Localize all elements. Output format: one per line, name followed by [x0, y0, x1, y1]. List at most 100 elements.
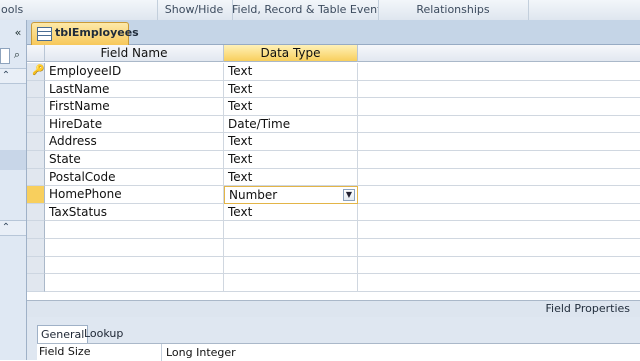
- collapse-pane-icon[interactable]: «: [8, 26, 28, 40]
- table-row[interactable]: 🔑 EmployeeID Text: [27, 63, 640, 81]
- row-selector[interactable]: [27, 168, 45, 187]
- table-row[interactable]: TaxStatus Text: [27, 203, 640, 222]
- data-type-cell[interactable]: Text: [224, 98, 358, 116]
- column-header-field-name[interactable]: Field Name: [45, 45, 224, 62]
- row-selector[interactable]: [27, 203, 45, 222]
- description-cell[interactable]: [358, 204, 640, 222]
- row-selector[interactable]: [27, 221, 45, 239]
- description-cell[interactable]: [358, 274, 640, 292]
- field-name-cell[interactable]: HomePhone: [45, 186, 224, 204]
- property-value[interactable]: Long Integer: [161, 344, 236, 361]
- field-name-cell[interactable]: TaxStatus: [45, 203, 224, 222]
- table-design-view: tblEmployees Field Name Data Type 🔑 Emplo…: [27, 20, 640, 361]
- table-row[interactable]: State Text: [27, 151, 640, 169]
- ribbon-group-show-hide: Show/Hide: [156, 0, 233, 20]
- table-row[interactable]: [27, 274, 640, 292]
- data-type-value: Text: [228, 152, 253, 166]
- nav-selected-item[interactable]: [0, 150, 26, 170]
- row-selector[interactable]: [27, 274, 45, 292]
- row-selector[interactable]: [27, 98, 45, 116]
- search-icon[interactable]: ⌕: [10, 48, 24, 62]
- ribbon-group-labels: ools Show/Hide Field, Record & Table Eve…: [0, 0, 640, 21]
- data-type-value: Text: [228, 169, 253, 184]
- description-cell[interactable]: [358, 239, 640, 257]
- field-name-cell[interactable]: PostalCode: [45, 168, 224, 187]
- description-cell[interactable]: [358, 133, 640, 151]
- tab-label: tblEmployees: [55, 26, 139, 39]
- property-row[interactable]: Field Size Long Integer: [37, 343, 640, 361]
- row-selector[interactable]: 🔑: [27, 63, 45, 81]
- row-selector[interactable]: [27, 239, 45, 257]
- field-name-cell[interactable]: [45, 274, 224, 292]
- data-type-cell[interactable]: Text: [224, 63, 358, 81]
- row-selector-header: [27, 45, 45, 62]
- table-row[interactable]: [27, 221, 640, 239]
- row-selector[interactable]: [27, 256, 45, 275]
- table-row[interactable]: LastName Text: [27, 80, 640, 99]
- column-header-data-type[interactable]: Data Type: [224, 45, 358, 62]
- field-name-cell[interactable]: [45, 239, 224, 257]
- data-type-value: Number: [229, 188, 278, 203]
- description-cell[interactable]: [358, 151, 640, 169]
- row-selector[interactable]: [27, 80, 45, 99]
- description-cell[interactable]: [358, 98, 640, 116]
- data-type-cell[interactable]: [224, 239, 358, 257]
- description-cell[interactable]: [358, 221, 640, 239]
- description-cell[interactable]: [358, 63, 640, 81]
- nav-group-header[interactable]: ⌃: [0, 68, 26, 84]
- description-cell[interactable]: [358, 169, 640, 187]
- data-type-cell[interactable]: Number ▼: [224, 186, 358, 204]
- data-type-value: Text: [228, 134, 253, 149]
- data-type-cell[interactable]: [224, 221, 358, 239]
- data-type-cell[interactable]: [224, 256, 358, 275]
- data-type-cell[interactable]: Text: [224, 168, 358, 187]
- field-name-cell[interactable]: FirstName: [45, 98, 224, 116]
- ribbon-group-tools: ools: [0, 0, 158, 20]
- field-properties-bar: Field Properties: [27, 300, 640, 317]
- tab-tblEmployees[interactable]: tblEmployees: [31, 22, 139, 45]
- description-cell[interactable]: [358, 81, 640, 99]
- field-name-cell[interactable]: HireDate: [45, 115, 224, 134]
- table-row[interactable]: HireDate Date/Time: [27, 115, 640, 134]
- field-name-cell[interactable]: LastName: [45, 80, 224, 99]
- data-type-value: Text: [228, 64, 253, 78]
- description-cell[interactable]: [358, 257, 640, 275]
- chevron-up-icon: ⌃: [1, 222, 11, 233]
- table-row[interactable]: [27, 239, 640, 257]
- table-icon: [37, 27, 52, 41]
- data-type-value: Text: [228, 204, 253, 219]
- description-cell[interactable]: [358, 116, 640, 134]
- table-row[interactable]: HomePhone Number ▼: [27, 186, 640, 204]
- row-selector[interactable]: [27, 151, 45, 169]
- description-cell[interactable]: [358, 186, 640, 204]
- ribbon-group-events: Field, Record & Table Events: [232, 0, 379, 20]
- field-name-cell[interactable]: Address: [45, 133, 224, 151]
- search-input[interactable]: [0, 48, 10, 64]
- field-properties-pane: General Lookup Field Size Long Integer: [27, 317, 640, 361]
- row-selector[interactable]: [27, 133, 45, 151]
- tab-lookup[interactable]: Lookup: [81, 325, 126, 342]
- data-type-cell[interactable]: Text: [224, 133, 358, 151]
- data-type-value: Text: [228, 99, 253, 114]
- row-selector[interactable]: [27, 115, 45, 134]
- chevron-down-icon[interactable]: ▼: [343, 189, 355, 202]
- nav-group-header-2[interactable]: ⌃: [0, 220, 26, 236]
- field-name-cell[interactable]: State: [45, 151, 224, 169]
- data-type-cell[interactable]: Text: [224, 80, 358, 99]
- data-type-cell[interactable]: [224, 274, 358, 292]
- field-name-cell[interactable]: EmployeeID: [45, 63, 224, 81]
- property-name: Field Size: [39, 345, 91, 358]
- table-row[interactable]: FirstName Text: [27, 98, 640, 116]
- data-type-cell[interactable]: Date/Time: [224, 115, 358, 134]
- table-row[interactable]: [27, 256, 640, 275]
- data-type-cell[interactable]: Text: [224, 203, 358, 222]
- table-row[interactable]: Address Text: [27, 133, 640, 151]
- column-header-description[interactable]: [358, 45, 640, 62]
- chevron-up-icon: ⌃: [1, 70, 11, 81]
- field-name-cell[interactable]: [45, 221, 224, 239]
- row-selector[interactable]: [27, 186, 45, 204]
- document-tab-strip: tblEmployees: [27, 20, 640, 45]
- table-row[interactable]: PostalCode Text: [27, 168, 640, 187]
- field-name-cell[interactable]: [45, 256, 224, 275]
- data-type-cell[interactable]: Text: [224, 151, 358, 169]
